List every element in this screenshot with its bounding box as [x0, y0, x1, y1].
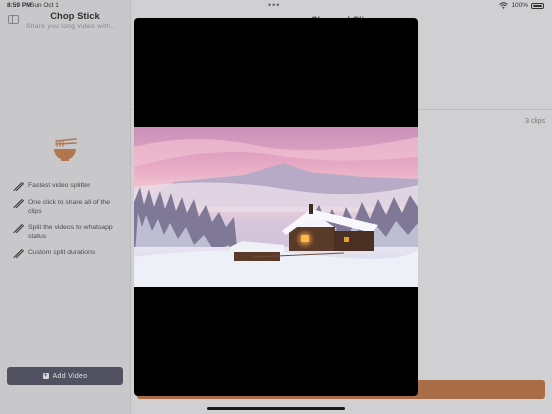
status-date: Sun Oct 1 [30, 2, 59, 9]
battery-icon [531, 2, 544, 9]
battery-percent: 100% [511, 2, 528, 9]
status-time: 8:59 PM [7, 2, 32, 9]
wifi-icon [499, 2, 509, 9]
video-player[interactable] [134, 18, 418, 396]
home-indicator[interactable] [207, 407, 345, 410]
multitasking-dots[interactable]: ••• [268, 0, 280, 10]
status-bar: 8:59 PM Sun Oct 1 ••• 100% [0, 0, 552, 12]
status-right: 100% [499, 2, 544, 9]
video-frame-image [134, 127, 418, 287]
